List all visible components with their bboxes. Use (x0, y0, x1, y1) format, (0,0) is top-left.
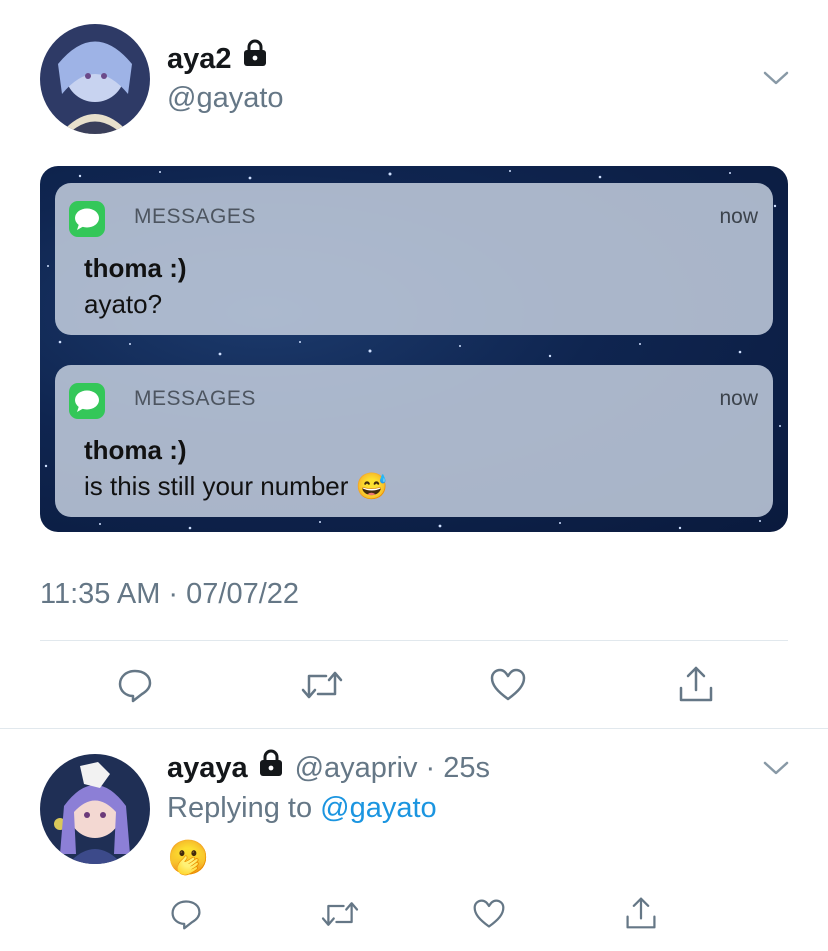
reply-icon[interactable] (169, 897, 203, 931)
share-icon[interactable] (677, 664, 715, 704)
lock-icon (242, 39, 268, 82)
chevron-down-icon[interactable] (762, 758, 790, 778)
messages-app-icon (69, 383, 105, 419)
chevron-down-icon[interactable] (762, 68, 790, 88)
retweet-icon[interactable] (320, 897, 360, 931)
notification-message: ayato? (84, 289, 163, 319)
separator-dot: · (417, 752, 444, 784)
notification-sender: thoma :) (84, 253, 187, 283)
author-avatar[interactable] (40, 24, 150, 134)
notification-message-text: is this still your number (84, 471, 349, 501)
replying-to-mention[interactable]: @gayato (320, 792, 437, 824)
section-divider (0, 728, 828, 729)
notification-card[interactable]: MESSAGES now thoma :) ayato? (55, 183, 773, 335)
lock-icon (258, 749, 284, 791)
reply-display-name[interactable]: ayaya (167, 752, 248, 784)
divider (40, 640, 788, 641)
share-icon[interactable] (624, 895, 658, 931)
tweet-timestamp[interactable]: 11:35 AM · 07/07/22 (40, 578, 299, 611)
sweat-smile-emoji: 😅 (355, 471, 389, 501)
notification-app-name: MESSAGES (134, 387, 256, 410)
notification-time: now (719, 205, 758, 228)
author-handle[interactable]: @gayato (167, 82, 284, 115)
notification-time: now (719, 387, 758, 410)
notification-card[interactable]: MESSAGES now thoma :) is this still your… (55, 365, 773, 517)
messages-app-icon (69, 201, 105, 237)
like-icon[interactable] (489, 666, 527, 704)
notification-app-name: MESSAGES (134, 205, 256, 228)
notification-message: is this still your number 😅 (84, 471, 388, 502)
reply-handle[interactable]: @ayapriv (295, 752, 418, 784)
author-display-name[interactable]: aya2 (167, 43, 232, 75)
like-icon[interactable] (472, 897, 506, 931)
tweet-media-image[interactable]: MESSAGES now thoma :) ayato? MESSAGES no… (40, 166, 788, 532)
reply-icon[interactable] (116, 666, 154, 704)
replying-to-label: Replying to (167, 792, 313, 824)
notification-sender: thoma :) (84, 435, 187, 465)
retweet-icon[interactable] (300, 666, 344, 704)
reply-body-emoji: 🫢 (167, 839, 210, 877)
reply-time[interactable]: 25s (443, 752, 490, 784)
reply-author-avatar[interactable] (40, 754, 150, 864)
